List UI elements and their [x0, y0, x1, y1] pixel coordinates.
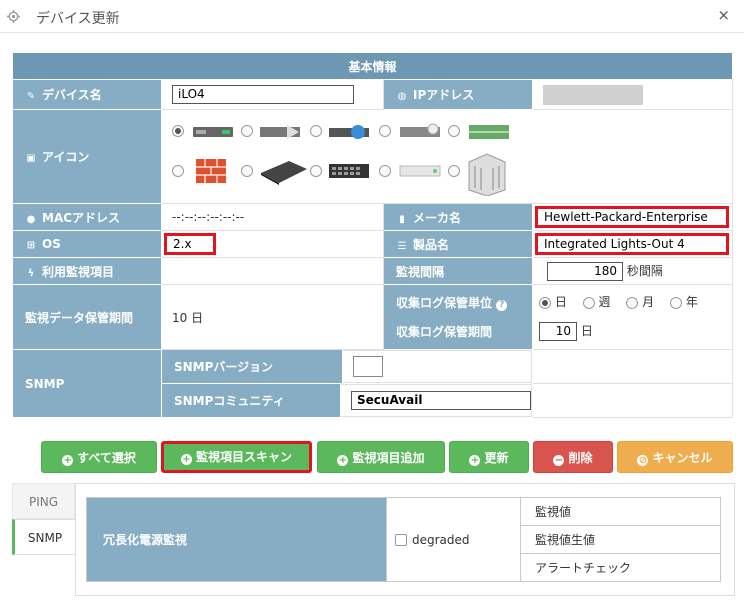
plus-circle-icon: +: [469, 455, 481, 466]
tab-snmp[interactable]: SNMP: [12, 519, 75, 555]
device-name-input[interactable]: iLO4: [172, 85, 354, 104]
icon-option-8[interactable]: [310, 165, 322, 177]
monitor-interval-unit: 秒間隔: [626, 263, 663, 278]
ip-address-label: ◍ IPアドレス: [383, 79, 533, 110]
storage-icon: [469, 125, 509, 139]
device-name-label: ✎ デバイス名: [12, 79, 162, 110]
snmp-community-label: SNMPコミュニティ: [162, 384, 341, 417]
globe-icon: ●: [26, 213, 36, 225]
select-all-button[interactable]: + すべて選択: [41, 441, 157, 473]
bolt-icon: ϟ: [27, 267, 35, 279]
firewall-icon: [196, 159, 226, 183]
gear-icon: [7, 10, 20, 23]
degraded-checkbox[interactable]: [395, 534, 407, 546]
ban-icon: ⊘: [637, 455, 649, 466]
monitor-item-name: 冗長化電源監視: [86, 497, 387, 582]
icon-option-9[interactable]: [379, 165, 391, 177]
icon-option-6[interactable]: [172, 165, 184, 177]
plus-circle-icon: +: [180, 454, 192, 465]
log-unit-month-label: 月: [642, 295, 655, 309]
log-unit-week-label: 週: [598, 295, 611, 309]
log-unit-year-label: 年: [685, 295, 698, 309]
icon-option-3[interactable]: [310, 125, 322, 137]
data-retention-value: 10 日: [161, 284, 384, 350]
add-item-button[interactable]: + 監視項目追加: [317, 441, 445, 473]
monitor-interval-label: 監視間隔: [383, 257, 533, 285]
log-unit-year-radio[interactable]: [670, 296, 683, 309]
minus-circle-icon: −: [553, 455, 565, 466]
cancel-button[interactable]: ⊘ キャンセル: [617, 441, 733, 473]
degraded-label: degraded: [412, 532, 470, 547]
product-label: ☰ 製品名: [383, 230, 533, 258]
data-retention-label: 監視データ保管期間: [12, 284, 162, 350]
edit-icon: ✎: [26, 91, 36, 102]
log-unit-month-radio[interactable]: [626, 296, 639, 309]
list-icon: ☰: [397, 240, 407, 252]
icon-option-5[interactable]: [448, 125, 460, 137]
monitor-value-row[interactable]: 監視値: [520, 497, 721, 526]
monitor-items-value: [161, 257, 384, 285]
log-unit-label: 収集ログ保管単位: [396, 296, 493, 310]
icon-label: ▣ アイコン: [12, 109, 162, 204]
dialog-titlebar: デバイス更新 ×: [0, 0, 744, 33]
device-form: 基本情報 ✎ デバイス名 iLO4 ◍ IPアドレス ▣ アイコン ● MACア…: [11, 52, 734, 418]
maker-label: ▮ メーカ名: [383, 203, 533, 231]
icon-selector: [162, 110, 732, 203]
snmp-community-input[interactable]: SecuAvail: [351, 391, 531, 410]
globe-icon: ◍: [397, 91, 407, 102]
image-icon: ▣: [26, 153, 36, 164]
scan-items-button[interactable]: + 監視項目スキャン: [161, 441, 312, 473]
tab-ping[interactable]: PING: [12, 483, 75, 519]
update-button[interactable]: + 更新: [449, 441, 529, 473]
icon-option-10[interactable]: [448, 165, 460, 177]
windows-icon: ⊞: [26, 240, 36, 251]
icon-option-4[interactable]: [379, 125, 391, 137]
tower-server-icon: [468, 153, 506, 196]
monitor-items-label: ϟ 利用監視項目: [12, 257, 162, 285]
snmp-version-label: SNMPバージョン: [162, 350, 343, 383]
hardware-device-icon: [261, 161, 307, 185]
dialog-title: デバイス更新: [36, 11, 120, 27]
section-header: 基本情報: [11, 52, 734, 80]
os-label: ⊞ OS: [12, 230, 162, 258]
icon-option-1[interactable]: [172, 125, 184, 137]
log-unit-day-radio[interactable]: [539, 296, 551, 309]
icon-option-2[interactable]: [241, 125, 253, 137]
monitor-item-table: 冗長化電源監視 degraded 監視値 監視値生値 アラートチェック: [86, 497, 721, 582]
log-period-label: 収集ログ保管期間: [396, 325, 493, 339]
help-icon[interactable]: ?: [496, 300, 508, 311]
switch-globe-icon: [329, 125, 369, 139]
delete-button[interactable]: − 削除: [533, 441, 613, 473]
log-unit-day-label: 日: [554, 295, 567, 309]
alert-check-row[interactable]: アラートチェック: [520, 553, 721, 582]
monitor-raw-value-row[interactable]: 監視値生値: [520, 525, 721, 554]
log-period-input[interactable]: 10: [539, 322, 577, 341]
close-icon[interactable]: ×: [717, 6, 730, 24]
maker-value: Hewlett-Packard-Enterprise: [535, 206, 729, 228]
icon-option-7[interactable]: [241, 165, 253, 177]
building-icon: ▮: [399, 213, 405, 225]
os-value: 2.x: [164, 233, 216, 255]
hub-icon: [399, 165, 441, 177]
router-icon: [260, 125, 300, 139]
snmp-version-select[interactable]: 2 ▾: [352, 356, 384, 377]
server-rack-icon: [193, 127, 233, 137]
log-period-unit: 日: [580, 324, 593, 338]
plus-circle-icon: +: [62, 455, 74, 466]
log-unit-week-radio[interactable]: [582, 296, 595, 309]
mac-address-label: ● MACアドレス: [12, 203, 162, 231]
mac-address-value: --:--:--:--:--:--: [161, 203, 384, 231]
ip-address-input[interactable]: [543, 84, 643, 105]
product-value: Integrated Lights-Out 4: [535, 233, 729, 255]
monitor-interval-input[interactable]: 180: [547, 261, 623, 281]
monitor-item-checkbox-cell[interactable]: degraded: [386, 497, 521, 582]
plus-circle-icon: +: [337, 455, 349, 466]
appliance-icon: [400, 123, 440, 137]
snmp-label: SNMP: [12, 349, 162, 418]
log-unit-radio-group: 日 週 月 年: [539, 293, 732, 310]
log-settings-labels: 収集ログ保管単位 ? 収集ログ保管期間: [383, 284, 533, 350]
network-switch-icon: [329, 164, 369, 178]
